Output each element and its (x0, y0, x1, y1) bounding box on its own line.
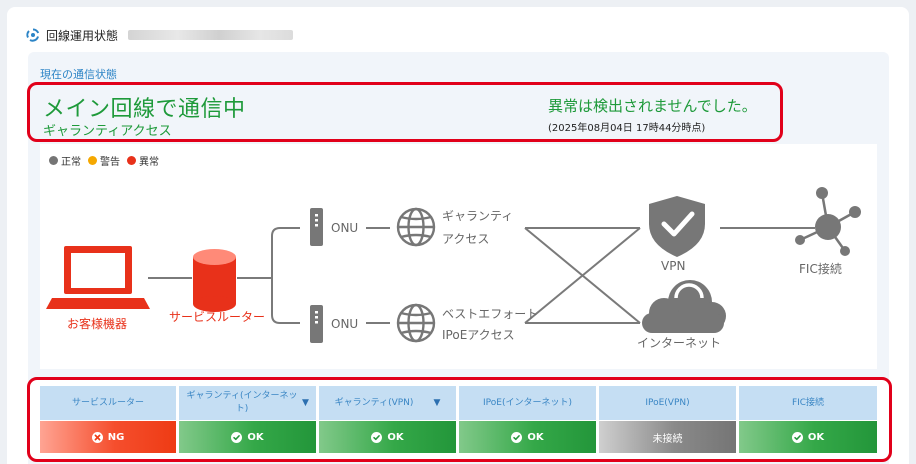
onu-top-icon (310, 208, 323, 246)
check-circle-icon (231, 431, 243, 443)
laptop-icon (46, 246, 150, 309)
header-fic: FIC接続 (739, 386, 877, 420)
header-ipoe-internet: IPoE(インターネット) (459, 386, 596, 420)
check-circle-icon (371, 431, 383, 443)
besteffort-access-label-1: ベストエフォート (442, 307, 539, 321)
check-circle-icon (511, 431, 523, 443)
globe-top-icon (396, 207, 436, 247)
vpn-shield-icon (649, 196, 705, 257)
status-ipoe-internet: OK (459, 421, 596, 453)
status-fic: OK (739, 421, 877, 453)
fic-label: FIC接続 (799, 262, 842, 276)
service-router-icon (193, 249, 236, 312)
status-guarantee-vpn: OK (319, 421, 456, 453)
onu-top-label: ONU (331, 221, 359, 235)
header-guarantee-vpn[interactable]: ギャランティ(VPN) ▼ (319, 386, 456, 420)
onu-bottom-label: ONU (331, 317, 359, 331)
header-ipoe-vpn: IPoE(VPN) (599, 386, 736, 420)
customer-device-label: お客様機器 (67, 317, 128, 331)
status-service-router: NG (40, 421, 176, 453)
status-guarantee-internet: OK (179, 421, 316, 453)
onu-bottom-icon (310, 305, 323, 343)
vpn-label: VPN (661, 259, 686, 273)
internet-label: インターネット (637, 336, 722, 350)
error-x-icon (91, 431, 103, 443)
besteffort-access-label-2: IPoEアクセス (442, 328, 515, 342)
guarantee-access-label-2: アクセス (442, 232, 490, 246)
guarantee-access-label-1: ギャランティ (442, 209, 514, 223)
service-router-label: サービスルーター (169, 310, 266, 324)
fic-hub-icon (795, 187, 861, 256)
status-ipoe-vpn: 未接続 (599, 421, 736, 453)
dropdown-arrow-icon[interactable]: ▼ (433, 397, 440, 410)
header-service-router: サービスルーター (40, 386, 176, 420)
globe-bottom-icon (396, 303, 436, 343)
internet-cloud-icon (642, 280, 726, 333)
dropdown-arrow-icon[interactable]: ▼ (302, 397, 309, 410)
header-guarantee-internet[interactable]: ギャランティ(インターネット) ▼ (179, 386, 316, 420)
check-circle-icon (791, 431, 803, 443)
